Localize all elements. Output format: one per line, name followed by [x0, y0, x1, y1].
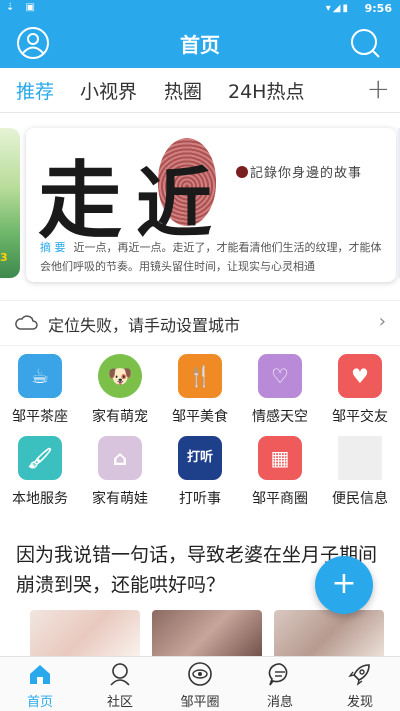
- nav-messages[interactable]: 消息: [240, 659, 320, 711]
- grid-item-zouping-tea[interactable]: ☕ 邹平茶座: [0, 350, 80, 426]
- location-text: 定位失败，请手动设置城市: [48, 316, 241, 335]
- nav-community-label: 社区: [106, 695, 133, 710]
- grid-item-label: 家有萌宠: [92, 409, 148, 425]
- grid-item-label: 本地服务: [12, 491, 68, 507]
- banner-card-prev[interactable]: 3: [0, 128, 20, 278]
- grid-item-label: 便民信息: [332, 491, 388, 507]
- grid-item-label: 打听事: [179, 491, 221, 507]
- banner-slogan: 記錄你身邊的故事: [236, 162, 362, 181]
- grid-item-label: 情感天空: [252, 409, 308, 425]
- grid-item-dating[interactable]: ♥ 邹平交友: [320, 350, 400, 426]
- add-tab-button[interactable]: +: [367, 72, 390, 105]
- nav-home[interactable]: 首页: [0, 659, 80, 711]
- banner-summary: 摘 要近一点，再近一点。走近了，才能看清他们生活的纹理，才能体会他们呼吸的节奏。…: [40, 238, 384, 278]
- banner-card-prev-text: 3: [0, 251, 8, 264]
- article-photo-1: [30, 610, 140, 660]
- tab-recommend[interactable]: 推荐: [16, 77, 54, 104]
- grid-item-label: 邹平美食: [172, 409, 228, 425]
- message-icon: [268, 663, 288, 686]
- app-header: 首页: [0, 18, 400, 68]
- bottom-nav: 首页 社区 邹平圈 消息 发现: [0, 656, 400, 711]
- grid-item-local-service[interactable]: 🖌 本地服务: [0, 432, 80, 508]
- banner-big-text-2: 近: [136, 159, 212, 248]
- eye-circle-icon: [188, 662, 212, 686]
- article-photos[interactable]: [30, 610, 390, 660]
- rocket-icon: [348, 664, 370, 686]
- home-icon: ⌂: [98, 436, 142, 480]
- status-time: 9:56: [364, 2, 392, 15]
- grid-item-label: 家有萌娃: [92, 491, 148, 507]
- nav-discover[interactable]: 发现: [320, 659, 400, 711]
- paint-roller-icon: 🖌: [18, 436, 62, 480]
- home-icon: [30, 665, 50, 684]
- location-bar[interactable]: 定位失败，请手动设置城市 ›: [0, 300, 400, 346]
- grid-item-emotion[interactable]: ♡ 情感天空: [240, 350, 320, 426]
- placeholder-icon: [338, 436, 382, 480]
- food-icon: 🍴: [178, 354, 222, 398]
- nav-home-label: 首页: [26, 695, 53, 710]
- nav-discover-label: 发现: [346, 695, 373, 710]
- tea-cup-icon: ☕: [18, 354, 62, 398]
- nav-messages-label: 消息: [266, 695, 293, 710]
- tab-hot-circle[interactable]: 热圈: [164, 77, 202, 104]
- grid-item-food[interactable]: 🍴 邹平美食: [160, 350, 240, 426]
- search-icon: [351, 29, 380, 58]
- channel-grid: ☕ 邹平茶座 🐶 家有萌宠 🍴 邹平美食 ♡ 情感天空 ♥ 邹平交友 🖌 本地服…: [0, 350, 400, 510]
- page-title: 首页: [180, 33, 220, 57]
- grid-item-convenience[interactable]: 便民信息: [320, 432, 400, 508]
- grid-item-label: 邹平交友: [332, 409, 388, 425]
- grid-item-pets[interactable]: 🐶 家有萌宠: [80, 350, 160, 426]
- banner-card-current[interactable]: 走 近 記錄你身邊的故事 摘 要近一点，再近一点。走近了，才能看清他们生活的纹理…: [26, 128, 396, 282]
- banner-carousel[interactable]: 3 走 近 記錄你身邊的故事 摘 要近一点，再近一点。走近了，才能看清他们生活的…: [0, 124, 400, 286]
- banner-big-text-1: 走: [38, 151, 123, 250]
- nav-zouping-circle-label: 邹平圈: [180, 695, 220, 710]
- dog-icon: 🐶: [98, 354, 142, 398]
- summary-text: 近一点，再近一点。走近了，才能看清他们生活的纹理，才能体会他们呼吸的节奏。用镜头…: [40, 241, 382, 273]
- tab-24h-hot[interactable]: 24H热点: [228, 77, 304, 104]
- search-button[interactable]: [348, 26, 382, 60]
- community-icon: [110, 663, 130, 686]
- add-post-button[interactable]: +: [315, 556, 373, 614]
- banner-slogan-text: 記錄你身邊的故事: [250, 166, 363, 181]
- grid-item-label: 邹平茶座: [12, 409, 68, 425]
- signal-wifi-battery-icon: ▾◢▮: [325, 3, 350, 14]
- chevron-right-icon: ›: [378, 311, 386, 332]
- tab-small-view[interactable]: 小视界: [80, 77, 137, 104]
- grid-item-label: 邹平商圈: [252, 491, 308, 507]
- grid-item-kids[interactable]: ⌂ 家有萌娃: [80, 432, 160, 508]
- grid-item-business[interactable]: ▦ 邹平商圈: [240, 432, 320, 508]
- cloud-icon: [15, 315, 38, 330]
- status-bar: ⇣ ▣ ▾◢▮ 9:56: [0, 0, 400, 18]
- nav-community[interactable]: 社区: [80, 659, 160, 711]
- seal-dot-icon: [236, 166, 248, 178]
- notification-icons: ⇣ ▣: [6, 2, 40, 13]
- nav-zouping-circle[interactable]: 邹平圈: [160, 659, 240, 711]
- building-icon: ▦: [258, 436, 302, 480]
- category-tabs: 推荐 小视界 热圈 24H热点 +: [0, 68, 400, 113]
- heart-face-icon: ♡: [258, 354, 302, 398]
- heart-icon: ♥: [338, 354, 382, 398]
- grid-item-inquire[interactable]: 打听 打听事: [160, 432, 240, 508]
- summary-tag: 摘 要: [40, 241, 66, 254]
- article-photo-2: [152, 610, 262, 660]
- article-photo-3: [274, 610, 384, 660]
- magnifier-ask-icon: 打听: [178, 436, 222, 480]
